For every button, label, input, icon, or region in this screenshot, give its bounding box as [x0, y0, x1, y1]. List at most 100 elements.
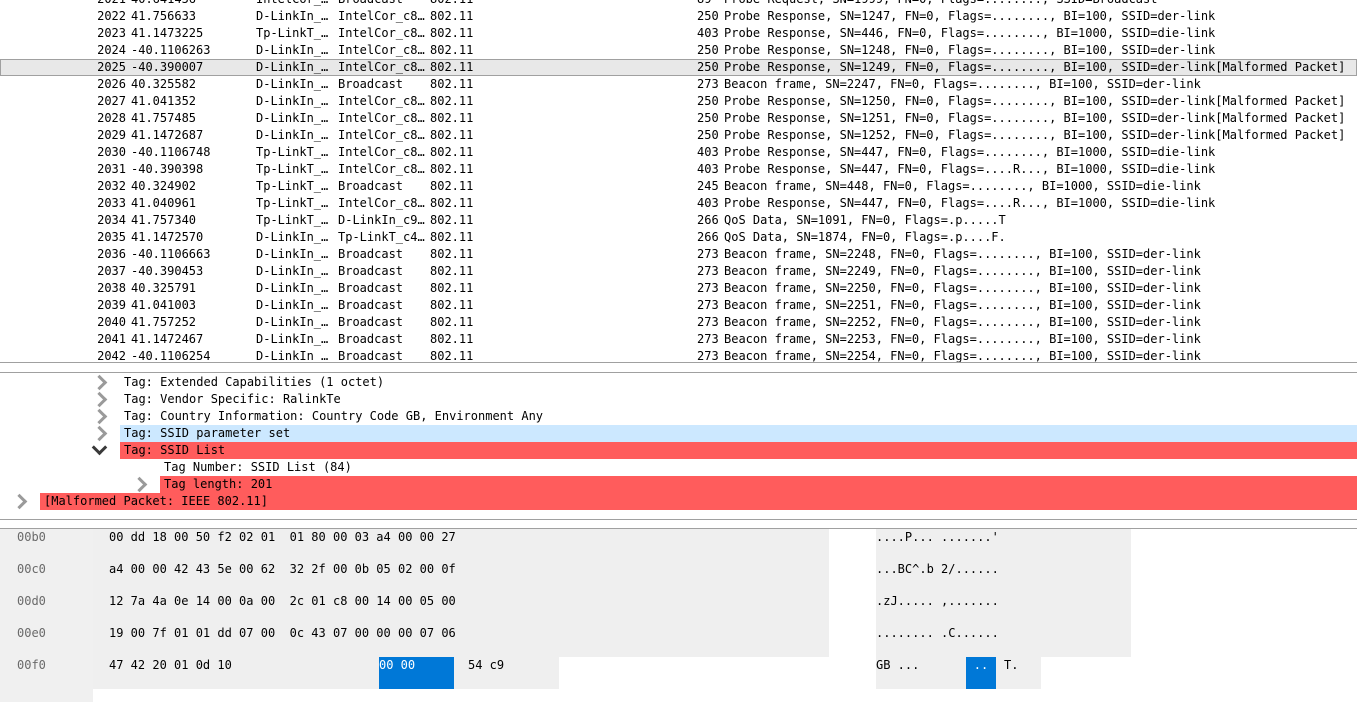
packet-row[interactable]: 2033 41.040961 Tp-LinkT_… IntelCor_c8… 802.1…	[0, 195, 1357, 212]
ascii-bytes[interactable]: T.	[1004, 657, 1018, 674]
packet-row[interactable]: 2031 -40.390398 Tp-LinkT_… IntelCor_c8… 802.…	[0, 161, 1357, 178]
chevron-right-icon[interactable]	[91, 374, 108, 391]
tree-item-tag-number[interactable]: Tag Number: SSID List (84)	[0, 459, 1357, 476]
packet-length: 266	[697, 230, 719, 244]
packet-bytes-pane[interactable]: 00b0 00 dd 18 00 50 f2 02 01 01 80 00 03…	[0, 528, 1357, 702]
hex-bytes[interactable]: 12 7a 4a 0e 14 00 0a 00 2c 01 c8 00 14 0…	[109, 593, 456, 610]
tree-item-vendor-specific[interactable]: Tag: Vendor Specific: RalinkTe	[0, 391, 1357, 408]
packet-destination: IntelCor_c8…	[338, 128, 425, 142]
ascii-bytes[interactable]: ........ .C......	[876, 625, 999, 642]
ascii-bytes[interactable]: ....P... .......'	[876, 529, 999, 546]
packet-row[interactable]: 2030 -40.1106748 Tp-LinkT_… IntelCor_c8… 802…	[0, 144, 1357, 161]
packet-time: -40.1106263	[131, 43, 211, 57]
tree-item-label: Tag: SSID List	[124, 443, 226, 457]
packet-source: D-LinkIn_…	[256, 349, 329, 363]
hex-bytes[interactable]: 00 dd 18 00 50 f2 02 01 01 80 00 03 a4 0…	[109, 529, 456, 546]
packet-destination: IntelCor_c8…	[338, 196, 425, 210]
packet-source: Tp-LinkT_…	[256, 179, 329, 193]
packet-row[interactable]: 2037 -40.390453 D-LinkIn_… Broadcast 802.11 2…	[0, 263, 1357, 280]
packet-row[interactable]: 2032 40.324902 Tp-LinkT_… Broadcast 802.11 24…	[0, 178, 1357, 195]
selected-hex-bytes[interactable]: 00 00	[379, 657, 454, 689]
packet-number: 2038	[97, 281, 126, 295]
packet-row[interactable]: 2023 41.1473225 Tp-LinkT_… IntelCor_c8… 802.…	[0, 25, 1357, 42]
tree-item-tag-length[interactable]: Tag length: 201	[131, 476, 1357, 493]
packet-info: Beacon frame, SN=2254, FN=0, Flags=.....…	[724, 349, 1201, 363]
packet-row[interactable]: 2024 -40.1106263 D-LinkIn_… IntelCor_c8… 802…	[0, 42, 1357, 59]
chevron-right-icon[interactable]	[91, 408, 108, 425]
packet-row[interactable]: 2039 41.041003 D-LinkIn_… Broadcast 802.11 27…	[0, 297, 1357, 314]
packet-info: Beacon frame, SN=448, FN=0, Flags=......…	[724, 179, 1201, 193]
chevron-right-icon[interactable]	[91, 391, 108, 408]
packet-length: 273	[697, 349, 719, 363]
packet-number: 2035	[97, 230, 126, 244]
packet-source: Tp-LinkT_…	[256, 145, 329, 159]
ascii-bytes[interactable]: ...BC^.b 2/......	[876, 561, 999, 578]
packet-time: -40.390453	[131, 264, 204, 278]
packet-time: 41.1472687	[131, 128, 204, 142]
hex-bytes[interactable]: 54 c9	[468, 657, 504, 674]
packet-time: 40.325582	[131, 77, 197, 91]
packet-length: 273	[697, 315, 719, 329]
offset-column	[0, 529, 93, 702]
packet-destination: Broadcast	[338, 349, 404, 363]
ascii-bytes[interactable]: .zJ..... ,.......	[876, 593, 999, 610]
packet-row[interactable]: 2022 41.756633 D-LinkIn_… IntelCor_c8… 802.1…	[0, 8, 1357, 25]
packet-length: 403	[697, 26, 719, 40]
hex-bytes[interactable]: a4 00 00 42 43 5e 00 62 32 2f 00 0b 05 0…	[109, 561, 456, 578]
packet-row[interactable]: 2036 -40.1106663 D-LinkIn_… Broadcast 802.11…	[0, 246, 1357, 263]
packet-row[interactable]: 2021 40.641456 IntelCor_… Broadcast 802.11 89…	[0, 0, 1357, 8]
tree-item-ssid-parameter-set[interactable]: Tag: SSID parameter set	[91, 425, 1357, 442]
packet-row[interactable]: 2029 41.1472687 D-LinkIn_… IntelCor_c8… 802.…	[0, 127, 1357, 144]
packet-source: D-LinkIn_…	[256, 264, 329, 278]
packet-info: Beacon frame, SN=2252, FN=0, Flags=.....…	[724, 315, 1201, 329]
packet-time: 41.1472570	[131, 230, 204, 244]
hex-bytes[interactable]: 19 00 7f 01 01 dd 07 00 0c 43 07 00 00 0…	[109, 625, 456, 642]
packet-row[interactable]: 2034 41.757340 Tp-LinkT_… D-LinkIn_c9… 802.1…	[0, 212, 1357, 229]
packet-row[interactable]: 2026 40.325582 D-LinkIn_… Broadcast 802.11 27…	[0, 76, 1357, 93]
selected-ascii-bytes[interactable]: ..	[966, 657, 996, 689]
packet-protocol: 802.11	[430, 247, 474, 261]
packet-list[interactable]: 2021 40.641456 IntelCor_… Broadcast 802.11 89…	[0, 0, 1357, 363]
packet-row[interactable]: 2027 41.041352 D-LinkIn_… IntelCor_c8… 802.1…	[0, 93, 1357, 110]
packet-time: 41.757485	[131, 111, 197, 125]
packet-row[interactable]: 2041 41.1472467 D-LinkIn_… Broadcast 802.11 2…	[0, 331, 1357, 348]
packet-time: -40.1106254	[131, 349, 211, 363]
packet-length: 250	[697, 111, 719, 125]
packet-time: 41.1472467	[131, 332, 204, 346]
packet-row[interactable]: 2038 40.325791 D-LinkIn_… Broadcast 802.11 27…	[0, 280, 1357, 297]
packet-protocol: 802.11	[430, 264, 474, 278]
packet-row[interactable]: 2040 41.757252 D-LinkIn_… Broadcast 802.11 27…	[0, 314, 1357, 331]
byte-offset: 00e0	[17, 626, 46, 640]
packet-time: 41.757340	[131, 213, 197, 227]
packet-row[interactable]: 2028 41.757485 D-LinkIn_… IntelCor_c8… 802.1…	[0, 110, 1357, 127]
ascii-bytes[interactable]: GB ...	[876, 657, 919, 674]
packet-details-pane[interactable]: Tag: Extended Capabilities (1 octet) Tag…	[0, 372, 1357, 520]
hex-bytes[interactable]: 47 42 20 01 0d 10	[109, 657, 232, 674]
tree-item-label: Tag Number: SSID List (84)	[164, 460, 352, 474]
packet-destination: IntelCor_c8…	[338, 9, 425, 23]
packet-info: Probe Response, SN=1247, FN=0, Flags=...…	[724, 9, 1216, 23]
tree-item-extended-capabilities[interactable]: Tag: Extended Capabilities (1 octet)	[0, 374, 1357, 391]
packet-source: D-LinkIn_…	[256, 332, 329, 346]
packet-number: 2041	[97, 332, 126, 346]
packet-protocol: 802.11	[430, 43, 474, 57]
tree-item-malformed-packet[interactable]: [Malformed Packet: IEEE 802.11]	[11, 493, 1357, 510]
packet-source: D-LinkIn_…	[256, 111, 329, 125]
packet-row[interactable]: 2042 -40.1106254 D-LinkIn_… Broadcast 802.11…	[0, 348, 1357, 363]
packet-number: 2036	[97, 247, 126, 261]
chevron-down-icon[interactable]	[91, 439, 108, 456]
packet-destination: IntelCor_c8…	[338, 162, 425, 176]
tree-item-ssid-list[interactable]: Tag: SSID List	[91, 439, 1357, 459]
packet-length: 250	[697, 43, 719, 57]
tree-item-country-information[interactable]: Tag: Country Information: Country Code G…	[0, 408, 1357, 425]
packet-number: 2026	[97, 77, 126, 91]
packet-info: Beacon frame, SN=2251, FN=0, Flags=.....…	[724, 298, 1201, 312]
packet-protocol: 802.11	[430, 0, 473, 8]
packet-source: D-LinkIn_…	[256, 230, 329, 244]
packet-row[interactable]: 2025 -40.390007 D-LinkIn_… IntelCor_c8… 802.…	[0, 59, 1357, 76]
packet-source: D-LinkIn_…	[256, 60, 329, 74]
tree-item-label: Tag: Country Information: Country Code G…	[124, 409, 544, 423]
packet-time: 40.641456	[131, 0, 196, 8]
packet-row[interactable]: 2035 41.1472570 D-LinkIn_… Tp-LinkT_c4… 802.…	[0, 229, 1357, 246]
packet-protocol: 802.11	[430, 230, 474, 244]
